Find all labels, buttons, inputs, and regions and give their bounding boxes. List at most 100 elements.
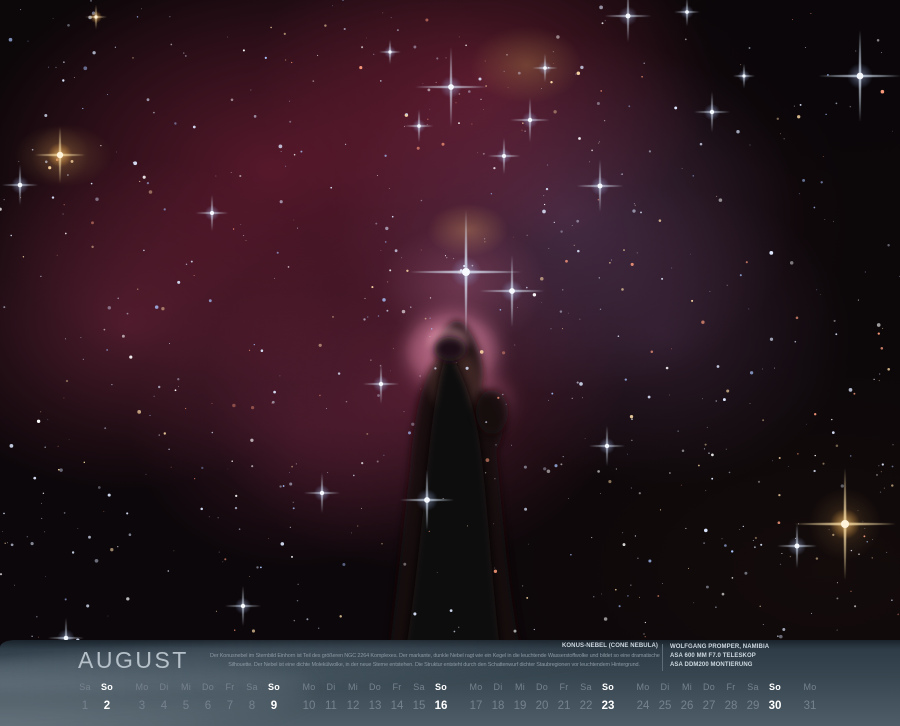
weekday-label: Mo [131,682,153,697]
date-number: 10 [298,700,320,712]
weekday-label: Sa [742,682,764,697]
weekday-label: Do [364,682,386,697]
calendar-cell: Mo 31 [799,682,821,712]
calendar-week-group: Mo 10Di 11Mi 12Do13Fr 14Sa15So16 [298,682,452,712]
calendar-cell: Do13 [364,682,386,712]
date-number: 21 [553,700,575,712]
calendar-cell: Mi 19 [509,682,531,712]
weekday-label: Do [197,682,219,697]
date-number: 14 [386,700,408,712]
weekday-label: Fr [553,682,575,697]
date-number: 2 [96,700,118,712]
weekday-label: Mo [465,682,487,697]
weekday-label: So [96,682,118,697]
date-number: 3 [131,700,153,712]
calendar-cell: Di 11 [320,682,342,712]
weekday-label: Sa [575,682,597,697]
calendar-cell: Di 25 [654,682,676,712]
calendar-cell: Do 6 [197,682,219,712]
weekday-label: Di [487,682,509,697]
calendar-cell: Sa 1 [74,682,96,712]
weekday-label: Mi [342,682,364,697]
weekday-label: Mo [799,682,821,697]
calendar-week-group: Mo 17Di 18Mi 19Do 20Fr 21Sa 22So 23 [465,682,619,712]
weekday-label: So [430,682,452,697]
calendar-cell: Di4 [153,682,175,712]
date-number: 24 [632,700,654,712]
date-number: 5 [175,700,197,712]
calendar-cell: Mi26 [676,682,698,712]
calendar-cell: So9 [263,682,285,712]
weekday-label: Mo [298,682,320,697]
calendar-cell: Fr 14 [386,682,408,712]
date-number: 11 [320,700,342,712]
calendar-cell: Fr 7 [219,682,241,712]
weekday-label: Fr [720,682,742,697]
calendar-cell: So 2 [96,682,118,712]
weekday-label: Di [320,682,342,697]
weekday-label: So [764,682,786,697]
calendar-cell: Mi 5 [175,682,197,712]
telescope-credit: ASA 600 MM F7.0 TELESKOP [670,652,769,661]
date-number: 25 [654,700,676,712]
date-number: 8 [241,700,263,712]
calendar-week-group: Sa 1So 2 [74,682,118,712]
calendar-cell: Do27 [698,682,720,712]
date-number: 18 [487,700,509,712]
weekday-label: Do [531,682,553,697]
photo-description-line-2: Silhouette. Der Nebel ist eine dichte Mo… [210,661,658,670]
date-number: 17 [465,700,487,712]
calendar-cell: So30 [764,682,786,712]
nebula-photo [0,0,900,648]
date-number: 6 [197,700,219,712]
date-number: 9 [263,700,285,712]
date-number: 20 [531,700,553,712]
calendar-cell: So16 [430,682,452,712]
calendar-cell: Mi 12 [342,682,364,712]
weekday-label: Fr [219,682,241,697]
calendar-week-group: Mo 31 [799,682,821,712]
calendar-cell: Sa 29 [742,682,764,712]
weekday-label: Mi [509,682,531,697]
weekday-label: Di [153,682,175,697]
weekday-label: So [597,682,619,697]
photo-caption: KONUS-NEBEL (CONE NEBULA) Der Konusnebel… [210,643,658,670]
star-field [0,0,900,648]
weekday-label: Fr [386,682,408,697]
calendar-cell: Sa 8 [241,682,263,712]
calendar-week-group: Mo 3Di4Mi 5Do 6Fr 7Sa 8So9 [131,682,285,712]
credits-divider [662,644,663,671]
calendar-cell: So 23 [597,682,619,712]
date-number: 29 [742,700,764,712]
calendar-cell: Fr28 [720,682,742,712]
date-number: 1 [74,700,96,712]
calendar-cell: Sa 22 [575,682,597,712]
photo-title: KONUS-NEBEL (CONE NEBULA) [210,643,658,649]
weekday-label: Sa [74,682,96,697]
date-number: 31 [799,700,821,712]
mount-credit: ASA DDM200 MONTIERUNG [670,661,769,670]
weekday-label: Sa [241,682,263,697]
date-number: 15 [408,700,430,712]
calendar-cell: Mo 17 [465,682,487,712]
date-number: 7 [219,700,241,712]
date-number: 22 [575,700,597,712]
calendar-week-group: Mo 24Di 25Mi26Do27Fr28Sa 29So30 [632,682,786,712]
calendar-cell: Mo 10 [298,682,320,712]
calendar-footer: AUGUST KONUS-NEBEL (CONE NEBULA) Der Kon… [0,640,900,726]
calendar-cell: Sa15 [408,682,430,712]
calendar-cell: Fr 21 [553,682,575,712]
calendar-cell: Do 20 [531,682,553,712]
date-number: 23 [597,700,619,712]
weekday-label: Di [654,682,676,697]
month-title: AUGUST [78,647,189,674]
weekday-label: Mi [676,682,698,697]
calendar-page: AUGUST KONUS-NEBEL (CONE NEBULA) Der Kon… [0,0,900,726]
weekday-label: Mo [632,682,654,697]
date-number: 12 [342,700,364,712]
weekday-label: Mi [175,682,197,697]
photographer-credit: WOLFGANG PROMPER, NAMIBIA [670,643,769,652]
date-number: 19 [509,700,531,712]
calendar-row: Sa1So2Mo3Di4Mi5Do6Fr7Sa8So9Mo10Di11Mi12D… [74,682,821,712]
date-number: 27 [698,700,720,712]
